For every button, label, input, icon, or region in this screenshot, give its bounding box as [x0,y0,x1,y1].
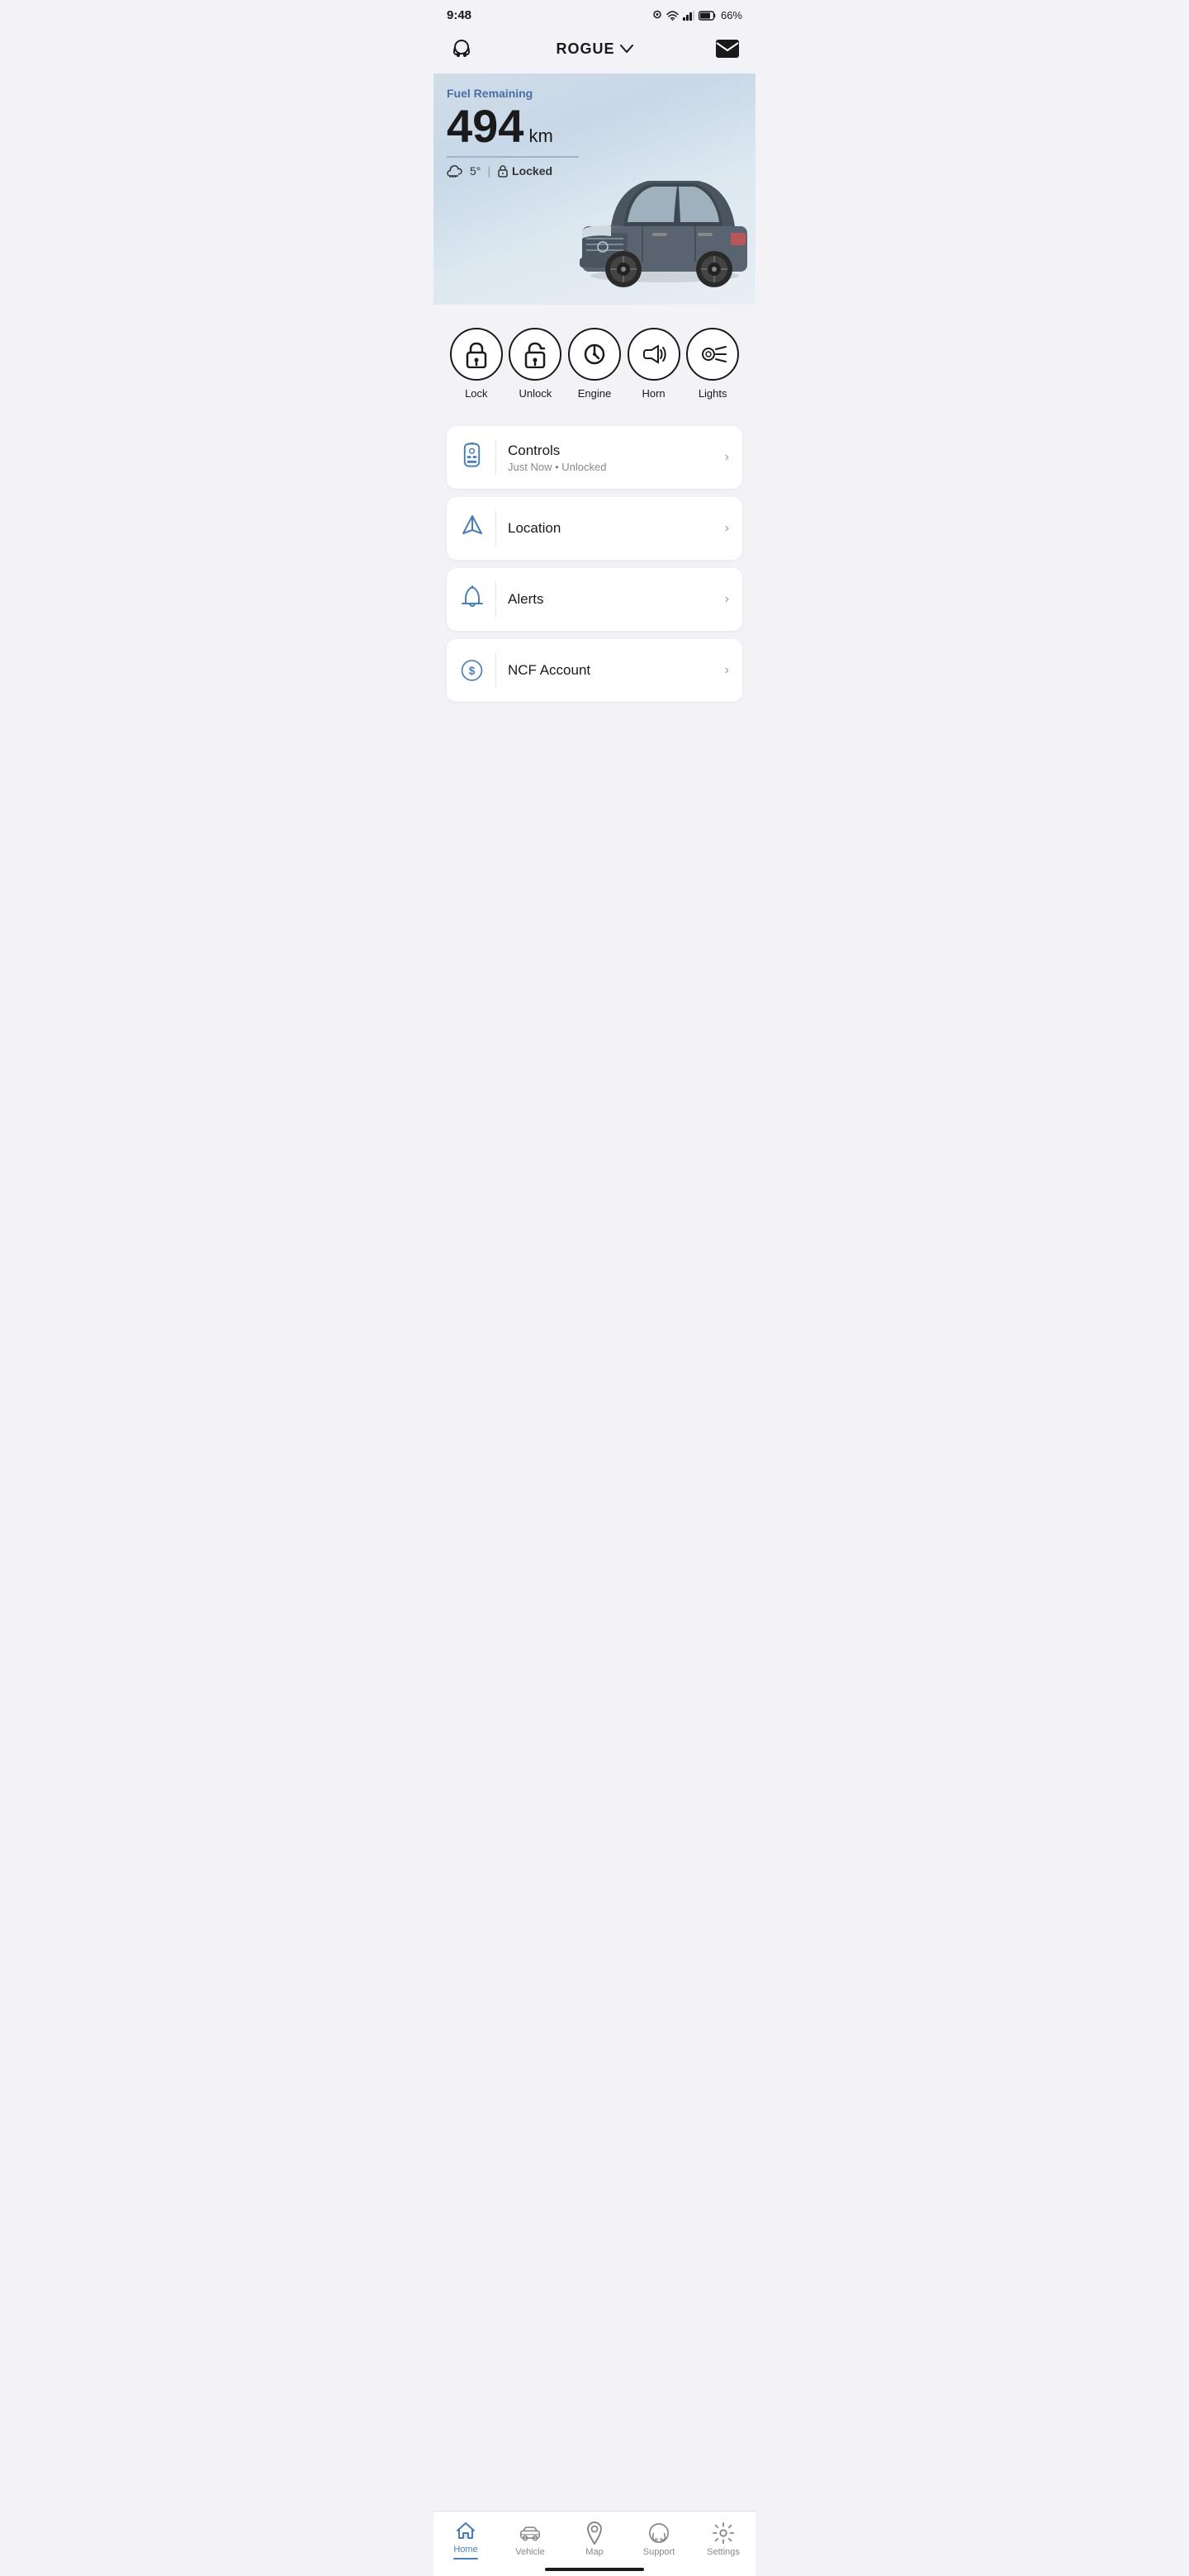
menu-section: Controls Just Now • Unlocked › Location … [433,419,756,715]
unlock-circle [509,328,561,381]
ncf-chevron: › [725,663,729,678]
map-nav-label: Map [585,2547,603,2557]
fuel-value: 494 [447,103,523,149]
home-nav-label: Home [453,2545,477,2555]
controls-subtitle: Just Now • Unlocked [508,461,713,473]
weather-lock: 5° | Locked [447,164,742,178]
lights-label: Lights [699,387,727,400]
lights-circle [686,328,739,381]
controls-icon [460,439,496,476]
vehicle-icon [519,2522,541,2544]
support-nav-label: Support [643,2547,675,2557]
location-text: Location [508,520,713,537]
home-nav-indicator [453,2558,478,2559]
ncf-text: NCF Account [508,662,713,679]
status-icons: 66% [652,9,742,21]
battery-icon [699,11,717,21]
nav-support[interactable]: Support [634,2522,684,2557]
headset-icon[interactable] [447,34,476,64]
lock-circle [450,328,503,381]
vehicle-name[interactable]: ROGUE [556,40,632,58]
location-icon [460,510,496,547]
vehicle-nav-label: Vehicle [515,2547,544,2557]
alerts-text: Alerts [508,591,713,608]
controls-section: Lock Unlock [433,305,756,419]
location-menu-item[interactable]: Location › [447,497,742,560]
home-icon [455,2520,476,2541]
settings-icon [713,2522,734,2544]
support-icon [648,2522,670,2544]
unlock-label: Unlock [519,387,552,400]
fuel-unit: km [528,125,552,147]
lock-status: Locked [497,164,552,178]
dropdown-chevron-icon [620,45,633,53]
alerts-icon [460,581,496,618]
fuel-divider [447,156,579,158]
alerts-menu-item[interactable]: Alerts › [447,568,742,631]
nav-settings[interactable]: Settings [699,2522,748,2557]
controls-title: Controls [508,443,713,459]
horn-circle [628,328,680,381]
engine-button[interactable]: Engine [568,328,621,400]
engine-label: Engine [578,387,611,400]
alerts-title: Alerts [508,591,713,608]
location-title: Location [508,520,713,537]
location-chevron: › [725,521,729,536]
map-icon [584,2522,605,2544]
home-indicator [545,2568,644,2571]
nav-home[interactable]: Home [441,2520,490,2559]
lights-button[interactable]: Lights [686,328,739,400]
weather-icon [447,164,463,178]
controls-menu-item[interactable]: Controls Just Now • Unlocked › [447,426,742,489]
temperature: 5° [470,164,481,178]
wifi-icon [666,11,679,21]
alerts-chevron: › [725,592,729,607]
ncf-title: NCF Account [508,662,713,679]
controls-text: Controls Just Now • Unlocked [508,443,713,473]
fuel-label: Fuel Remaining [447,87,742,100]
control-buttons: Lock Unlock [447,328,742,400]
settings-nav-label: Settings [707,2547,740,2557]
ncf-menu-item[interactable]: $ NCF Account › [447,639,742,702]
controls-chevron: › [725,450,729,465]
battery-percent: 66% [721,9,742,21]
horn-button[interactable]: Horn [628,328,680,400]
signal-icon [683,11,694,21]
bottom-nav: Home Vehicle Map [433,2511,756,2576]
header: ROGUE [433,27,756,73]
ncf-icon: $ [460,652,496,689]
mail-button[interactable] [713,34,742,64]
location-status-icon [652,10,662,21]
unlock-button[interactable]: Unlock [509,328,561,400]
hero-section: Fuel Remaining 494 km 5° | [433,73,756,305]
nav-map[interactable]: Map [570,2522,619,2557]
status-time: 9:48 [447,8,471,22]
horn-label: Horn [642,387,665,400]
svg-text:$: $ [469,665,476,677]
nav-vehicle[interactable]: Vehicle [505,2522,555,2557]
status-bar: 9:48 66% [433,0,756,27]
lock-label: Lock [465,387,487,400]
engine-circle [568,328,621,381]
lock-button[interactable]: Lock [450,328,503,400]
